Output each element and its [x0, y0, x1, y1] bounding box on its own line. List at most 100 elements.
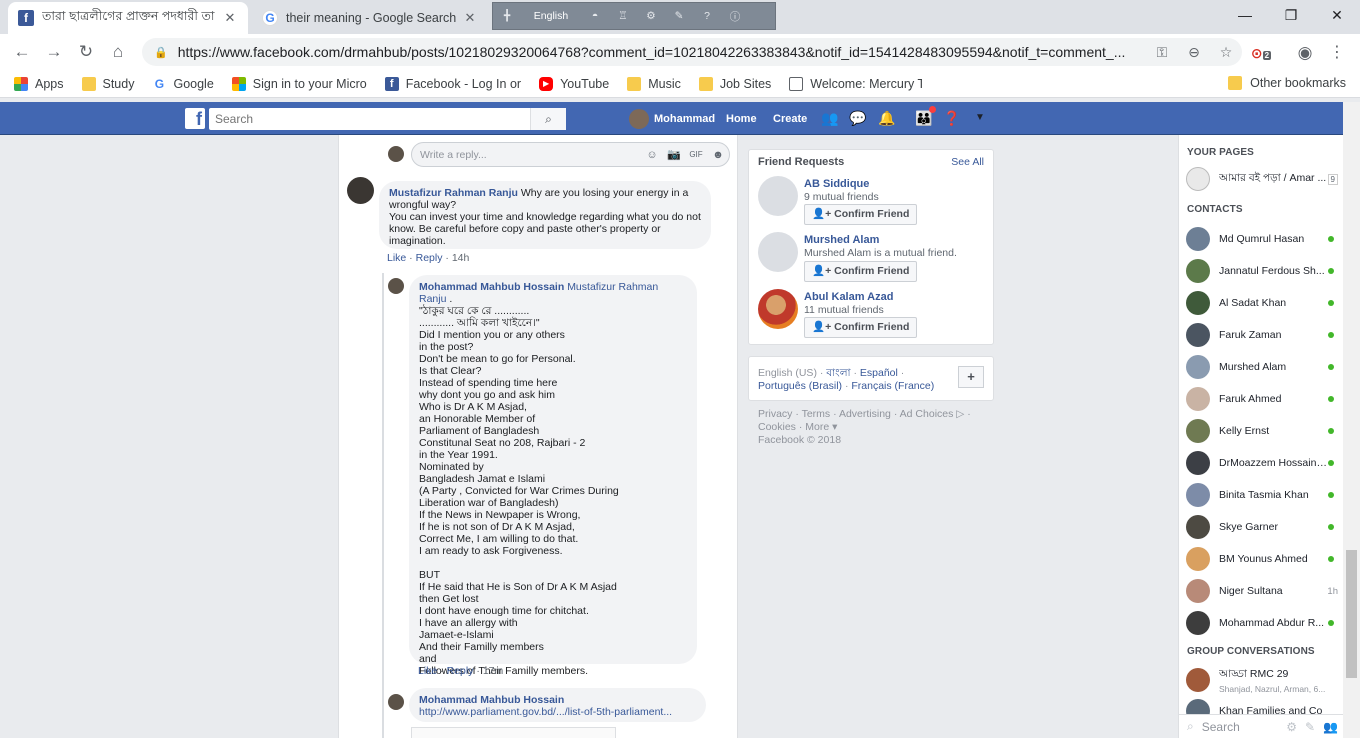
- avatar[interactable]: [758, 232, 798, 272]
- camera-icon[interactable]: 📷: [663, 148, 685, 161]
- other-bookmarks[interactable]: Other bookmarks: [1228, 76, 1346, 90]
- language-link[interactable]: Português (Brasil): [758, 380, 842, 392]
- info-icon[interactable]: ⓘ: [721, 9, 749, 24]
- restore-button[interactable]: ❐: [1268, 0, 1314, 30]
- requester-name[interactable]: Abul Kalam Azad: [804, 291, 893, 303]
- language-link[interactable]: Español: [860, 367, 898, 379]
- tab-google-search[interactable]: G their meaning - Google Search ✕: [252, 2, 488, 34]
- bookmark-study[interactable]: Study: [81, 76, 134, 91]
- contact-item[interactable]: Skye Garner: [1179, 511, 1343, 543]
- bookmark-job-sites[interactable]: Job Sites: [698, 76, 771, 91]
- avatar[interactable]: [758, 176, 798, 216]
- like-link[interactable]: Like: [418, 665, 437, 677]
- quick-help-people-icon[interactable]: 👪: [914, 106, 936, 128]
- parliament-link[interactable]: http://www.parliament.gov.bd/.../list-of…: [419, 706, 696, 718]
- privacy-link[interactable]: Privacy: [758, 408, 792, 420]
- avatar[interactable]: [758, 289, 798, 329]
- key-icon[interactable]: ⚿: [1146, 44, 1178, 61]
- reply-author[interactable]: Mohammad Mahbub Hossain: [419, 281, 564, 293]
- sticker-icon[interactable]: ☻: [707, 149, 729, 161]
- scrollbar-thumb[interactable]: [1346, 550, 1357, 678]
- cookies-link[interactable]: Cookies: [758, 421, 796, 433]
- settings-gear-icon[interactable]: ⚙: [637, 10, 665, 22]
- half-width-icon[interactable]: ◓: [581, 10, 609, 22]
- contact-item[interactable]: Mohammad Abdur R...: [1179, 607, 1343, 639]
- advertising-link[interactable]: Advertising: [839, 408, 891, 420]
- requester-name[interactable]: Murshed Alam: [804, 234, 879, 246]
- keyboard-layout-icon[interactable]: ╋: [493, 10, 521, 22]
- bookmark-youtube[interactable]: ▶ YouTube: [539, 76, 609, 91]
- contact-item[interactable]: Binita Tasmia Khan: [1179, 479, 1343, 511]
- like-link[interactable]: Like: [387, 252, 406, 264]
- close-tab-icon[interactable]: ✕: [462, 10, 478, 26]
- messenger-icon[interactable]: 💬: [848, 110, 868, 128]
- bookmark-star-icon[interactable]: ☆: [1210, 44, 1242, 61]
- create-link[interactable]: Create: [773, 102, 807, 135]
- contact-item[interactable]: DrMoazzem Hossain ...: [1179, 447, 1343, 479]
- ad-choices-link[interactable]: Ad Choices: [900, 408, 954, 420]
- bookmark-google[interactable]: G Google: [152, 77, 214, 91]
- lock-icon[interactable]: 🔒: [154, 46, 168, 59]
- facebook-logo-icon[interactable]: f: [185, 108, 205, 129]
- help-icon[interactable]: ❓: [942, 110, 962, 128]
- profile-icon[interactable]: ◉: [1294, 42, 1316, 64]
- reload-icon[interactable]: ↻: [74, 40, 98, 64]
- ime-pad-icon[interactable]: ✎: [665, 10, 693, 22]
- gif-icon[interactable]: GIF: [685, 150, 707, 159]
- bookmark-facebook[interactable]: f Facebook - Log In or: [384, 76, 521, 91]
- search-icon[interactable]: ⌕: [530, 108, 566, 130]
- compose-icon[interactable]: ✎: [1305, 720, 1315, 734]
- language-label[interactable]: English: [521, 10, 581, 22]
- profile-link[interactable]: Mohammad: [629, 102, 715, 135]
- chat-search[interactable]: ⌕ Search ⚙ ✎ 👥: [1179, 714, 1343, 738]
- bookmark-mercury[interactable]: Welcome: Mercury To: [789, 76, 922, 91]
- language-link[interactable]: Français (France): [851, 380, 934, 392]
- home-icon[interactable]: ⌂: [106, 40, 130, 64]
- page-item[interactable]: আমার বই পড়া / Amar ... 9: [1179, 163, 1343, 195]
- input-mode-icon[interactable]: ♖: [609, 10, 637, 22]
- forward-arrow-icon[interactable]: →: [42, 40, 66, 64]
- account-menu-caret-icon[interactable]: ▼: [970, 112, 990, 130]
- close-tab-icon[interactable]: ✕: [222, 10, 238, 26]
- contact-item[interactable]: Murshed Alam: [1179, 351, 1343, 383]
- reply-input[interactable]: Write a reply... ☺ 📷 GIF ☻: [411, 142, 730, 167]
- home-link[interactable]: Home: [726, 102, 757, 135]
- requester-name[interactable]: AB Siddique: [804, 178, 869, 190]
- add-language-button[interactable]: +: [958, 366, 984, 388]
- group-item[interactable]: আড্ডা RMC 29 Shanjad, Nazrul, Arman, 6..…: [1179, 663, 1343, 697]
- confirm-friend-button[interactable]: 👤+ Confirm Friend: [804, 261, 918, 282]
- link-preview-thumbnail[interactable]: [411, 727, 616, 738]
- new-group-icon[interactable]: 👥: [1323, 720, 1338, 734]
- more-link[interactable]: More: [805, 421, 829, 433]
- contact-item[interactable]: Faruk Zaman: [1179, 319, 1343, 351]
- bookmark-microsoft[interactable]: Sign in to your Micro: [231, 76, 367, 91]
- reply-link[interactable]: Reply: [416, 252, 443, 264]
- close-window-button[interactable]: ✕: [1314, 0, 1360, 30]
- gear-icon[interactable]: ⚙: [1286, 720, 1297, 734]
- terms-link[interactable]: Terms: [802, 408, 831, 420]
- contact-item[interactable]: Niger Sultana 1h: [1179, 575, 1343, 607]
- tab-facebook-post[interactable]: f তারা ছাত্রলীগের প্রাক্তন পদধারী তা ✕: [8, 2, 248, 34]
- bookmark-apps[interactable]: Apps: [14, 76, 64, 91]
- see-all-link[interactable]: See All: [951, 156, 984, 168]
- contact-item[interactable]: Jannatul Ferdous Sh...: [1179, 255, 1343, 287]
- facebook-search-input[interactable]: [209, 112, 530, 126]
- back-arrow-icon[interactable]: ←: [10, 40, 34, 64]
- friends-icon[interactable]: 👥: [820, 110, 840, 128]
- comment-author[interactable]: Mustafizur Rahman Ranju: [389, 187, 518, 199]
- minimize-button[interactable]: —: [1222, 0, 1268, 30]
- reply-time[interactable]: 17m: [483, 665, 503, 677]
- contact-item[interactable]: Faruk Ahmed: [1179, 383, 1343, 415]
- language-link[interactable]: বাংলা: [826, 367, 850, 379]
- bookmark-music[interactable]: Music: [627, 76, 681, 91]
- comment-time[interactable]: 14h: [452, 252, 470, 264]
- confirm-friend-button[interactable]: 👤+ Confirm Friend: [804, 317, 918, 338]
- contact-item[interactable]: BM Younus Ahmed: [1179, 543, 1343, 575]
- help-icon[interactable]: ?: [693, 10, 721, 22]
- reply-author[interactable]: Mohammad Mahbub Hossain: [419, 694, 696, 706]
- reply-link[interactable]: Reply: [447, 665, 474, 677]
- confirm-friend-button[interactable]: 👤+ Confirm Friend: [804, 204, 918, 225]
- zoom-icon[interactable]: ⊖: [1178, 44, 1210, 61]
- contact-item[interactable]: Md Qumrul Hasan: [1179, 223, 1343, 255]
- contact-item[interactable]: Al Sadat Khan: [1179, 287, 1343, 319]
